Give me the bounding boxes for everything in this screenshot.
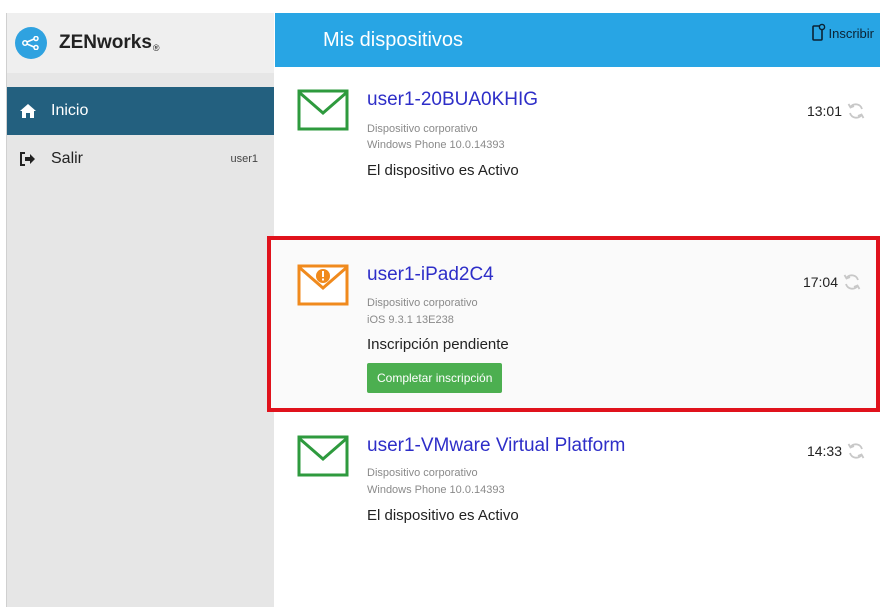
- device-type: Dispositivo corporativo: [367, 467, 478, 479]
- device-os: Windows Phone 10.0.14393: [367, 484, 505, 496]
- device-status: El dispositivo es Activo: [367, 507, 519, 524]
- refresh-icon[interactable]: [846, 101, 866, 126]
- sidebar-item-label: Salir: [51, 150, 84, 167]
- brand: ZENworks®: [7, 13, 274, 73]
- sign-out-icon: [19, 151, 41, 167]
- envelope-alert-icon: [297, 264, 349, 311]
- header: Mis dispositivos Inscribir: [275, 13, 880, 67]
- refresh-icon[interactable]: [846, 441, 866, 466]
- envelope-icon: [297, 435, 349, 482]
- sidebar-item-salir[interactable]: Salir user1: [7, 135, 274, 183]
- sidebar: ZENworks® Inicio Salir user1: [6, 13, 274, 607]
- complete-enrollment-button[interactable]: Completar inscripción: [367, 363, 503, 393]
- device-os: iOS 9.3.1 13E238: [367, 314, 454, 326]
- device-type: Dispositivo corporativo: [367, 123, 478, 135]
- home-icon: [19, 103, 41, 119]
- device-item[interactable]: user1-20BUA0KHIG Dispositivo corporativo…: [275, 67, 880, 235]
- brand-name: ZENworks®: [59, 32, 160, 53]
- device-item[interactable]: user1-VMware Virtual Platform Dispositiv…: [275, 413, 880, 607]
- device-name[interactable]: user1-iPad2C4: [367, 264, 494, 286]
- page-title: Mis dispositivos: [323, 28, 464, 51]
- device-name[interactable]: user1-20BUA0KHIG: [367, 89, 538, 111]
- enroll-device-icon: [812, 23, 826, 44]
- sidebar-item-label: Inicio: [51, 102, 89, 119]
- device-time: 17:04: [802, 274, 838, 290]
- enroll-label: Inscribir: [828, 26, 874, 41]
- device-time: 14:33: [806, 443, 842, 459]
- device-os: Windows Phone 10.0.14393: [367, 139, 505, 151]
- device-type: Dispositivo corporativo: [367, 297, 478, 309]
- sidebar-item-inicio[interactable]: Inicio: [7, 87, 274, 135]
- device-time: 13:01: [806, 103, 842, 119]
- device-status: El dispositivo es Activo: [367, 162, 519, 179]
- envelope-icon: [297, 89, 349, 136]
- device-name[interactable]: user1-VMware Virtual Platform: [367, 435, 625, 457]
- share-icon: [15, 27, 47, 59]
- refresh-icon[interactable]: [842, 272, 862, 297]
- enroll-button[interactable]: Inscribir: [812, 23, 874, 44]
- device-status: Inscripción pendiente: [367, 336, 509, 353]
- device-item-pending[interactable]: user1-iPad2C4 Dispositivo corporativo iO…: [267, 236, 880, 412]
- username-label: user1: [230, 153, 258, 165]
